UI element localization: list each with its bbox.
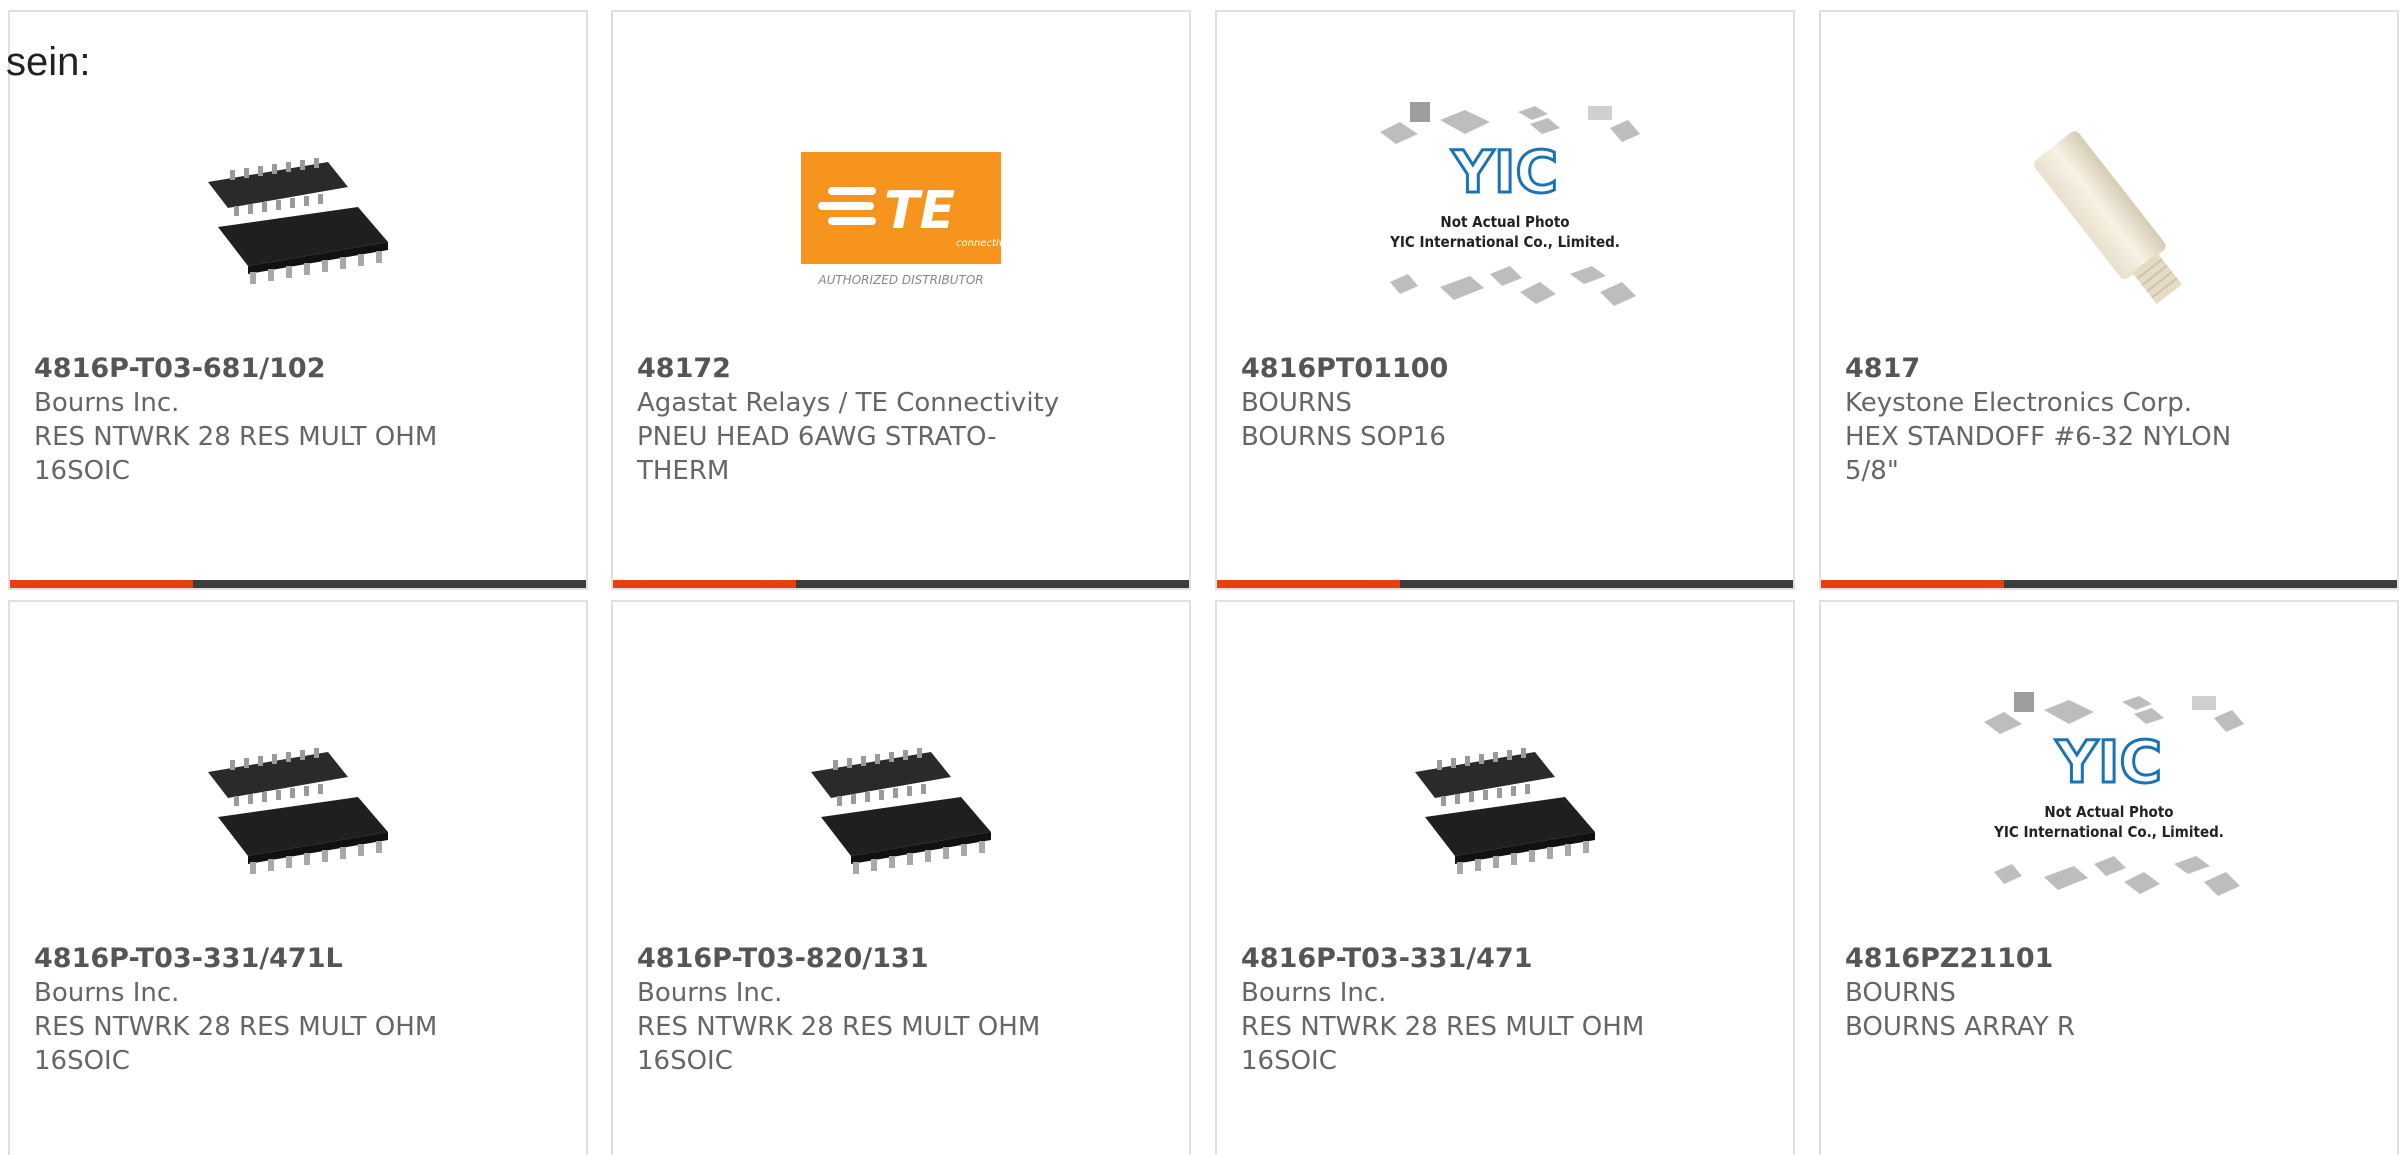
product-info: 4816PT01100 BOURNS BOURNS SOP16 — [1241, 352, 1681, 454]
svg-text:YIC International Co., Limited: YIC International Co., Limited. — [1993, 823, 2224, 841]
part-number[interactable]: 4816P-T03-331/471 — [1241, 942, 1681, 976]
soic-chip-icon — [1217, 672, 1793, 942]
product-grid-page: sein: 4816P-T03-681/102 Bourns Inc. RES … — [0, 0, 2400, 1155]
description: RES NTWRK 28 RES MULT OHM 16SOIC — [34, 422, 438, 486]
nylon-standoff-icon — [1821, 82, 2397, 352]
yic-placeholder-icon: YIC Not Actual Photo YIC International C… — [1821, 672, 2397, 942]
svg-text:YIC: YIC — [1451, 138, 1558, 206]
product-info: 4816PZ21101 BOURNS BOURNS ARRAY R — [1845, 942, 2285, 1044]
product-card[interactable]: 4816P-T03-331/471 Bourns Inc. RES NTWRK … — [1215, 600, 1795, 1155]
description: RES NTWRK 28 RES MULT OHM 16SOIC — [1241, 1012, 1645, 1076]
soic-chip-icon — [10, 672, 586, 942]
svg-text:Not Actual Photo: Not Actual Photo — [2044, 803, 2173, 821]
manufacturer: BOURNS — [1845, 978, 1956, 1008]
product-info: 4816P-T03-331/471 Bourns Inc. RES NTWRK … — [1241, 942, 1681, 1078]
product-info: 48172 Agastat Relays / TE Connectivity P… — [637, 352, 1077, 488]
yic-placeholder-icon: YIC Not Actual Photo YIC International C… — [1217, 82, 1793, 352]
part-number[interactable]: 4816PZ21101 — [1845, 942, 2285, 976]
part-number[interactable]: 4816PT01100 — [1241, 352, 1681, 386]
product-info: 4816P-T03-331/471L Bourns Inc. RES NTWRK… — [34, 942, 474, 1078]
product-card[interactable]: YIC Not Actual Photo YIC International C… — [1819, 600, 2399, 1155]
manufacturer: Keystone Electronics Corp. — [1845, 388, 2193, 418]
svg-text:Not Actual Photo: Not Actual Photo — [1440, 213, 1569, 231]
description: RES NTWRK 28 RES MULT OHM 16SOIC — [34, 1012, 438, 1076]
product-card[interactable]: TE connectivity AUTHORIZED DISTRIBUTOR 4… — [611, 10, 1191, 590]
manufacturer: Bourns Inc. — [34, 388, 180, 418]
product-card[interactable]: 4817 Keystone Electronics Corp. HEX STAN… — [1819, 10, 2399, 590]
manufacturer: Agastat Relays / TE Connectivity — [637, 388, 1060, 418]
part-number[interactable]: 4816P-T03-331/471L — [34, 942, 474, 976]
product-info: 4816P-T03-820/131 Bourns Inc. RES NTWRK … — [637, 942, 1077, 1078]
soic-chip-icon — [10, 82, 586, 352]
card-bottom-bar — [1217, 580, 1793, 588]
manufacturer: Bourns Inc. — [637, 978, 783, 1008]
soic-chip-icon — [613, 672, 1189, 942]
manufacturer: BOURNS — [1241, 388, 1352, 418]
product-card[interactable]: 4816P-T03-820/131 Bourns Inc. RES NTWRK … — [611, 600, 1191, 1155]
svg-text:YIC: YIC — [2055, 728, 2162, 796]
product-card[interactable]: 4816P-T03-331/471L Bourns Inc. RES NTWRK… — [8, 600, 588, 1155]
part-number[interactable]: 4816P-T03-820/131 — [637, 942, 1077, 976]
svg-text:TE: TE — [884, 181, 955, 241]
part-number[interactable]: 4816P-T03-681/102 — [34, 352, 474, 386]
product-card[interactable]: YIC Not Actual Photo YIC International C… — [1215, 10, 1795, 590]
card-bottom-bar — [613, 580, 1189, 588]
svg-text:AUTHORIZED DISTRIBUTOR: AUTHORIZED DISTRIBUTOR — [817, 273, 983, 287]
description: PNEU HEAD 6AWG STRATO-THERM — [637, 422, 997, 486]
product-card[interactable]: 4816P-T03-681/102 Bourns Inc. RES NTWRK … — [8, 10, 588, 590]
svg-text:connectivity: connectivity — [956, 238, 1006, 249]
manufacturer: Bourns Inc. — [1241, 978, 1387, 1008]
description: RES NTWRK 28 RES MULT OHM 16SOIC — [637, 1012, 1041, 1076]
description: HEX STANDOFF #6-32 NYLON 5/8" — [1845, 422, 2232, 486]
card-bottom-bar — [10, 580, 586, 588]
part-number[interactable]: 4817 — [1845, 352, 2285, 386]
product-info: 4817 Keystone Electronics Corp. HEX STAN… — [1845, 352, 2285, 488]
svg-text:YIC International Co., Limited: YIC International Co., Limited. — [1389, 233, 1620, 251]
manufacturer: Bourns Inc. — [34, 978, 180, 1008]
description: BOURNS ARRAY R — [1845, 1012, 2076, 1042]
part-number[interactable]: 48172 — [637, 352, 1077, 386]
section-heading-fragment: sein: — [6, 40, 91, 84]
product-info: 4816P-T03-681/102 Bourns Inc. RES NTWRK … — [34, 352, 474, 488]
card-bottom-bar — [1821, 580, 2397, 588]
description: BOURNS SOP16 — [1241, 422, 1446, 452]
te-logo: TE connectivity AUTHORIZED DISTRIBUTOR — [613, 82, 1189, 352]
